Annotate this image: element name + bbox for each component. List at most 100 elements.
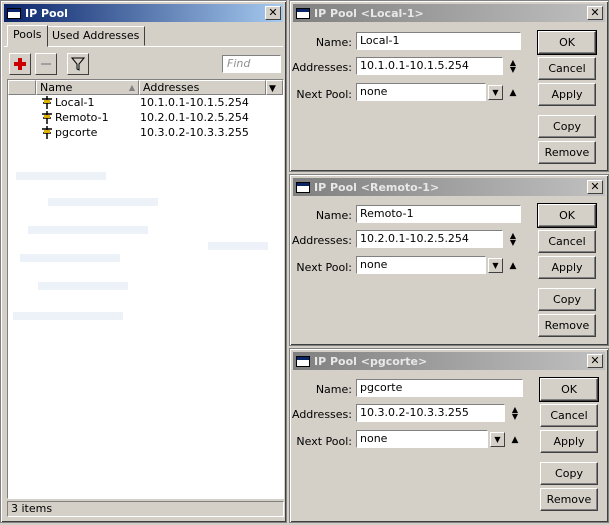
- name-field[interactable]: pgcorte: [356, 379, 523, 397]
- dialog-titlebar[interactable]: IP Pool <pgcorte> ✕: [293, 352, 605, 370]
- find-input[interactable]: Find: [222, 55, 281, 73]
- apply-button[interactable]: Apply: [538, 256, 596, 279]
- collapse-up-icon[interactable]: ▲: [508, 261, 518, 271]
- header-addresses-label: Addresses: [143, 81, 200, 94]
- copy-label: Copy: [553, 120, 581, 133]
- nextpool-value: none: [360, 258, 388, 271]
- nextpool-dropdown-button[interactable]: ▼: [490, 432, 505, 447]
- tab-used-addresses-label: Used Addresses: [52, 29, 140, 42]
- ok-button[interactable]: OK: [537, 30, 597, 55]
- addresses-label: Addresses:: [291, 234, 352, 247]
- add-remove-spinner[interactable]: ▲ ▼: [508, 232, 518, 247]
- find-placeholder: Find: [227, 57, 251, 70]
- cell-name: Local-1: [55, 96, 95, 109]
- dialog-titlebar[interactable]: IP Pool <Local-1> ✕: [293, 4, 605, 22]
- dialog-title: IP Pool <Remoto-1>: [314, 180, 440, 194]
- header-addresses[interactable]: Addresses: [139, 80, 266, 95]
- cell-addresses: 10.3.0.2-10.3.3.255: [140, 126, 249, 139]
- window-icon: [7, 7, 21, 19]
- name-value: pgcorte: [360, 381, 403, 394]
- nextpool-value: none: [360, 432, 388, 445]
- dialog-titlebar[interactable]: IP Pool <Remoto-1> ✕: [293, 178, 605, 196]
- dialog-title: IP Pool <Local-1>: [314, 6, 424, 20]
- remove-button[interactable]: Remove: [540, 488, 598, 511]
- close-icon[interactable]: ✕: [587, 354, 603, 368]
- ok-label: OK: [559, 36, 575, 49]
- arrow-down-icon[interactable]: ▼: [510, 238, 516, 247]
- tab-pools[interactable]: Pools: [7, 25, 48, 47]
- remove-button[interactable]: Remove: [538, 314, 596, 337]
- copy-label: Copy: [553, 293, 581, 306]
- header-name-label: Name: [40, 81, 73, 94]
- addresses-field[interactable]: 10.3.0.2-10.3.3.255: [356, 404, 505, 422]
- arrow-down-icon[interactable]: ▼: [512, 412, 518, 421]
- cell-name: Remoto-1: [55, 111, 109, 124]
- copy-button[interactable]: Copy: [538, 115, 596, 138]
- copy-label: Copy: [555, 467, 583, 480]
- nextpool-label: Next Pool:: [296, 435, 352, 448]
- copy-button[interactable]: Copy: [538, 288, 596, 311]
- ok-button[interactable]: OK: [539, 377, 599, 402]
- cell-addresses: 10.2.0.1-10.2.5.254: [140, 111, 249, 124]
- addresses-field[interactable]: 10.1.0.1-10.1.5.254: [356, 57, 503, 75]
- cell-name: pgcorte: [55, 126, 98, 139]
- arrow-down-icon[interactable]: ▼: [510, 65, 516, 74]
- name-label: Name:: [315, 209, 352, 222]
- table-row[interactable]: pgcorte 10.3.0.2-10.3.3.255: [8, 125, 283, 140]
- add-remove-spinner[interactable]: ▲ ▼: [508, 59, 518, 74]
- add-remove-spinner[interactable]: ▲ ▼: [510, 406, 520, 421]
- tab-pools-label: Pools: [13, 28, 42, 41]
- nextpool-select[interactable]: none: [356, 83, 486, 101]
- close-icon[interactable]: ✕: [587, 180, 603, 194]
- ok-label: OK: [559, 209, 575, 222]
- chevron-down-icon: ▼: [492, 261, 499, 270]
- close-icon[interactable]: ✕: [265, 6, 281, 20]
- apply-button[interactable]: Apply: [540, 430, 598, 453]
- ok-button[interactable]: OK: [537, 203, 597, 228]
- cancel-button[interactable]: Cancel: [538, 57, 596, 80]
- chevron-down-icon: ▼: [492, 88, 499, 97]
- table-row[interactable]: Local-1 10.1.0.1-10.1.5.254: [8, 95, 283, 110]
- ip-pool-window: IP Pool ✕ Pools Used Addresses Find Name…: [0, 0, 287, 523]
- cancel-button[interactable]: Cancel: [540, 404, 598, 427]
- cancel-button[interactable]: Cancel: [538, 230, 596, 253]
- addresses-label: Addresses:: [291, 408, 352, 421]
- nextpool-select[interactable]: none: [356, 430, 488, 448]
- remove-button[interactable]: [35, 53, 57, 75]
- addresses-label: Addresses:: [291, 61, 352, 74]
- remove-button[interactable]: Remove: [538, 141, 596, 164]
- cell-addresses: 10.1.0.1-10.1.5.254: [140, 96, 249, 109]
- item-count: 3 items: [11, 502, 53, 515]
- name-label: Name:: [315, 383, 352, 396]
- table-header: Name ▲ Addresses ▼: [8, 80, 283, 95]
- pool-table: Name ▲ Addresses ▼ Local-1 10.1.0.1-10.1…: [7, 79, 284, 499]
- column-dropdown-button[interactable]: ▼: [266, 80, 283, 95]
- close-icon[interactable]: ✕: [587, 6, 603, 20]
- collapse-up-icon[interactable]: ▲: [510, 435, 520, 445]
- tab-used-addresses[interactable]: Used Addresses: [46, 26, 146, 46]
- name-field[interactable]: Local-1: [356, 32, 521, 50]
- apply-button[interactable]: Apply: [538, 83, 596, 106]
- nextpool-dropdown-button[interactable]: ▼: [488, 258, 503, 273]
- addresses-value: 10.1.0.1-10.1.5.254: [360, 59, 469, 72]
- ok-label: OK: [561, 383, 577, 396]
- nextpool-select[interactable]: none: [356, 256, 486, 274]
- addresses-field[interactable]: 10.2.0.1-10.2.5.254: [356, 230, 503, 248]
- ip-pool-titlebar[interactable]: IP Pool ✕: [4, 4, 283, 22]
- column-selector[interactable]: [8, 80, 36, 95]
- add-button[interactable]: [9, 53, 31, 75]
- copy-button[interactable]: Copy: [540, 462, 598, 485]
- chevron-down-icon: ▼: [494, 435, 501, 444]
- header-name[interactable]: Name ▲: [36, 80, 139, 95]
- name-value: Local-1: [360, 34, 400, 47]
- addresses-value: 10.2.0.1-10.2.5.254: [360, 232, 469, 245]
- table-row[interactable]: Remoto-1 10.2.0.1-10.2.5.254: [8, 110, 283, 125]
- cancel-label: Cancel: [548, 235, 586, 248]
- name-field[interactable]: Remoto-1: [356, 205, 521, 223]
- collapse-up-icon[interactable]: ▲: [508, 88, 518, 98]
- remove-label: Remove: [544, 319, 590, 332]
- name-value: Remoto-1: [360, 207, 414, 220]
- nextpool-dropdown-button[interactable]: ▼: [488, 85, 503, 100]
- minus-icon: [41, 63, 51, 65]
- filter-button[interactable]: [67, 53, 89, 75]
